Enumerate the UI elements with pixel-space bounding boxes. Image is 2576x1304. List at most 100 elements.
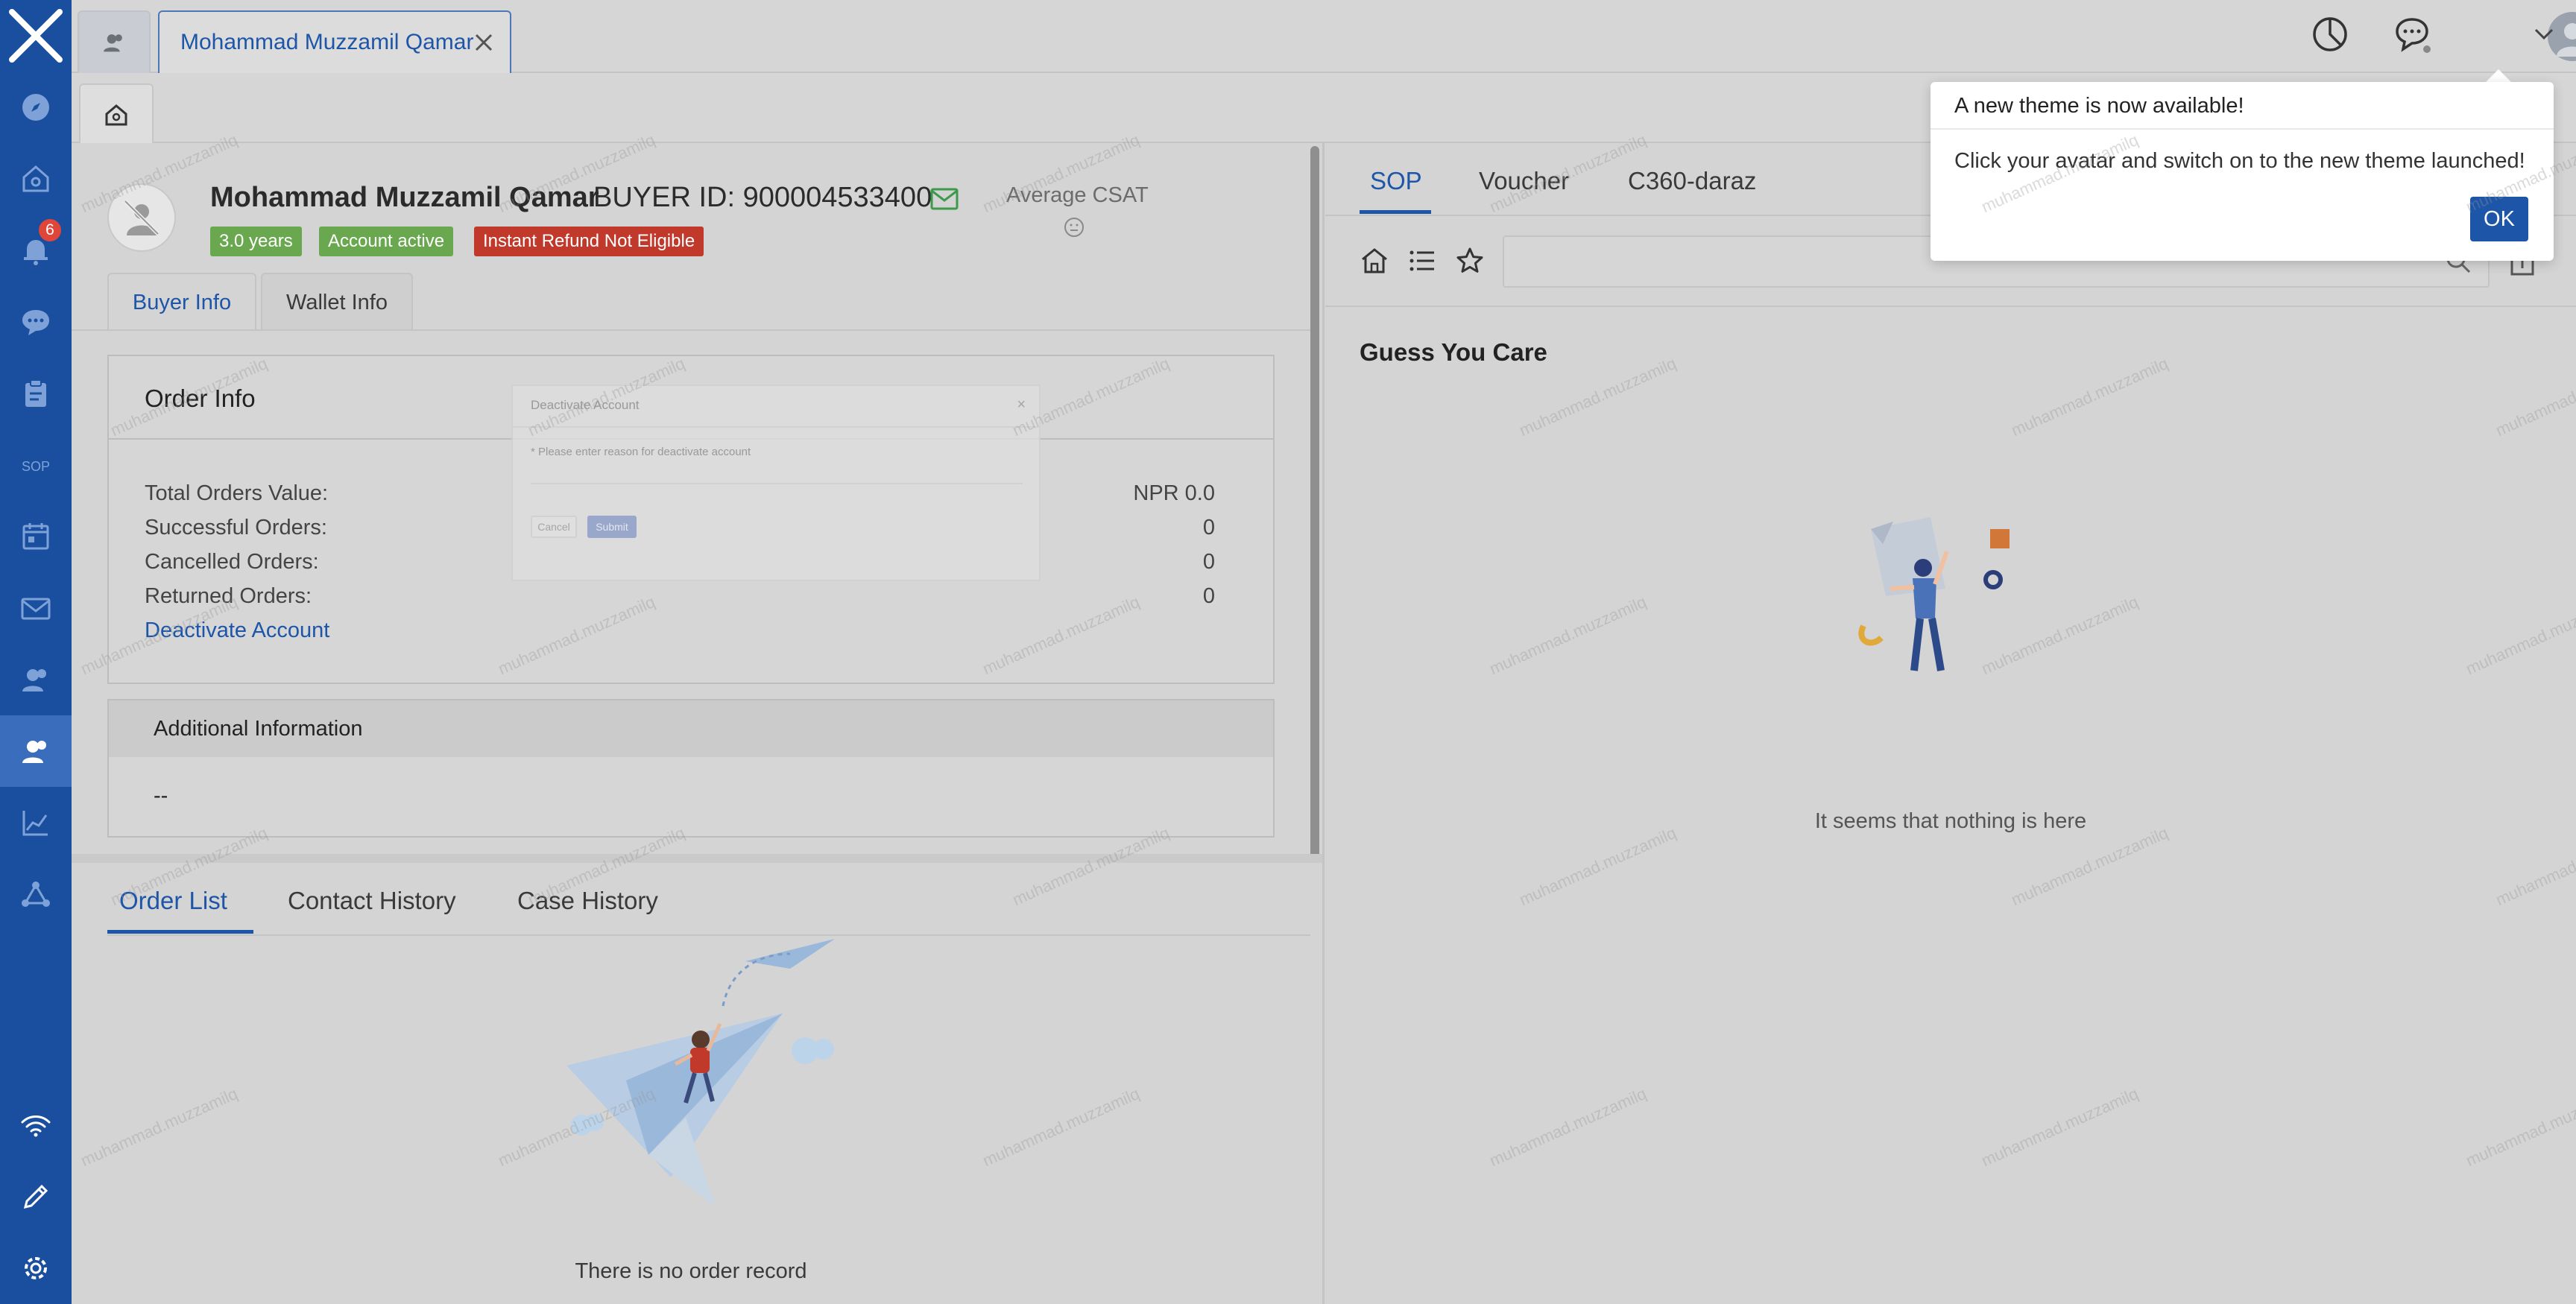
no-user-icon	[124, 200, 160, 235]
additional-info-value: --	[154, 784, 168, 808]
sidebar-item-chat[interactable]	[0, 286, 72, 358]
modal-title: Deactivate Account	[531, 398, 640, 412]
additional-info-title: Additional Information	[154, 717, 363, 741]
home-icon	[105, 104, 127, 126]
compass-icon	[22, 94, 49, 121]
tab-buyer-info[interactable]: Buyer Info	[107, 273, 256, 331]
sidebar-item-sop[interactable]: SOP	[0, 429, 72, 501]
top-tab-bar: Mohammad Muzzamil Qamar	[72, 0, 2576, 73]
buyer-id: BUYER ID: 900004533400	[593, 182, 932, 213]
active-tab-indicator	[107, 930, 253, 934]
tab-order-list[interactable]: Order List	[119, 887, 227, 915]
sidebar-item-wifi[interactable]	[0, 1089, 72, 1161]
chat-bubble-icon	[2396, 18, 2431, 53]
section-separator[interactable]	[72, 854, 1322, 863]
neutral-face-icon	[1064, 218, 1084, 237]
returned-orders-value: 0	[1202, 584, 1215, 608]
empty-state-illustration	[1858, 517, 2010, 671]
sidebar-item-mail[interactable]	[0, 572, 72, 644]
deactivate-account-modal: Deactivate Account × * Please enter reas…	[511, 384, 1041, 581]
pie-chart-icon	[2313, 17, 2347, 51]
right-toolbar-divider	[1325, 306, 2576, 307]
cancelled-orders-label: Cancelled Orders:	[145, 550, 319, 574]
account-status-tag: Account active	[319, 227, 454, 256]
sidebar-item-analytics[interactable]	[0, 787, 72, 858]
knowledge-panel	[1325, 143, 2576, 1304]
returned-orders-label: Returned Orders:	[145, 584, 312, 608]
sidebar-item-home[interactable]	[0, 143, 72, 215]
svg-text:SOP: SOP	[22, 459, 50, 474]
tab-wallet-info[interactable]: Wallet Info	[261, 273, 413, 331]
deactivate-account-link[interactable]: Deactivate Account	[145, 618, 329, 643]
sidebar-item-edit[interactable]	[0, 1161, 72, 1232]
order-empty-message: There is no order record	[575, 1259, 807, 1283]
pencil-icon	[23, 1184, 48, 1209]
tab-customer-profile[interactable]: Mohammad Muzzamil Qamar	[158, 10, 511, 73]
user-group-icon	[22, 741, 46, 763]
modal-cancel-button[interactable]: Cancel	[531, 516, 577, 538]
sidebar-item-calendar[interactable]	[0, 501, 72, 572]
sidebar-item-network[interactable]	[0, 858, 72, 930]
chevron-down-icon[interactable]	[2533, 27, 2555, 42]
successful-orders-label: Successful Orders:	[145, 516, 327, 539]
profile-avatar	[107, 183, 176, 252]
line-chart-icon	[22, 811, 48, 836]
left-panel-scrollbar[interactable]	[1310, 146, 1319, 858]
tab-customers-home[interactable]	[78, 10, 151, 73]
additional-info-body	[107, 757, 1275, 838]
sop-list-button[interactable]	[1406, 244, 1439, 277]
sidebar-item-tasks[interactable]	[0, 358, 72, 429]
clipboard-icon	[25, 379, 46, 407]
star-icon	[1456, 247, 1483, 273]
tab-voucher[interactable]: Voucher	[1479, 167, 1569, 195]
tab-case-history[interactable]: Case History	[517, 887, 658, 915]
pie-chart-button[interactable]	[2308, 12, 2352, 57]
tab-contact-history[interactable]: Contact History	[288, 887, 456, 915]
tab-home[interactable]	[79, 83, 154, 145]
customer-name: Mohammad Muzzamil Qamar	[210, 182, 599, 213]
users-icon	[22, 669, 46, 691]
tab-sop[interactable]: SOP	[1370, 167, 1422, 195]
right-active-tab-indicator	[1360, 210, 1431, 214]
sidebar-item-explore[interactable]	[0, 72, 72, 143]
notification-badge: 6	[39, 219, 61, 241]
messages-button[interactable]	[2390, 12, 2434, 57]
modal-divider	[513, 426, 1039, 428]
calendar-icon	[22, 523, 49, 550]
sidebar-item-contacts[interactable]	[0, 644, 72, 715]
modal-reason-input[interactable]	[531, 463, 1023, 484]
refund-eligibility-tag: Instant Refund Not Eligible	[474, 227, 704, 256]
tab-label: Mohammad Muzzamil Qamar	[180, 30, 474, 54]
home-icon	[1362, 248, 1387, 273]
sop-home-button[interactable]	[1358, 244, 1391, 277]
modal-submit-button[interactable]: Submit	[587, 516, 637, 538]
popover-divider	[1931, 128, 2554, 130]
network-icon	[22, 882, 50, 907]
csat-label: Average CSAT	[1006, 183, 1149, 207]
sidebar: 6 SOP	[0, 0, 72, 1304]
tab-c360-daraz[interactable]: C360-daraz	[1628, 167, 1756, 195]
user-group-icon	[104, 34, 122, 52]
modal-reason-label: * Please enter reason for deactivate acc…	[531, 446, 751, 458]
sop-favorites-button[interactable]	[1453, 244, 1486, 277]
successful-orders-value: 0	[1202, 516, 1215, 539]
new-theme-popover: A new theme is now available! Click your…	[1931, 82, 2554, 261]
mail-icon[interactable]	[930, 188, 959, 210]
sop-icon: SOP	[22, 459, 50, 474]
sidebar-item-customer[interactable]	[0, 715, 72, 787]
order-info-title: Order Info	[145, 384, 256, 412]
close-icon[interactable]	[473, 31, 495, 54]
list-icon	[1409, 250, 1434, 271]
popover-ok-button[interactable]: OK	[2470, 197, 2528, 241]
wifi-icon	[21, 1115, 51, 1137]
popover-title: A new theme is now available!	[1954, 94, 2244, 118]
sidebar-item-notifications[interactable]: 6	[0, 215, 72, 286]
cancelled-orders-value: 0	[1202, 550, 1215, 574]
home-icon	[22, 165, 49, 192]
paper-plane-illustration	[566, 939, 835, 1207]
modal-close-icon[interactable]: ×	[1017, 396, 1026, 414]
total-orders-label: Total Orders Value:	[145, 481, 329, 505]
app-logo-icon[interactable]	[7, 7, 64, 64]
total-orders-value: NPR 0.0	[1133, 481, 1215, 505]
mail-icon	[21, 598, 51, 620]
